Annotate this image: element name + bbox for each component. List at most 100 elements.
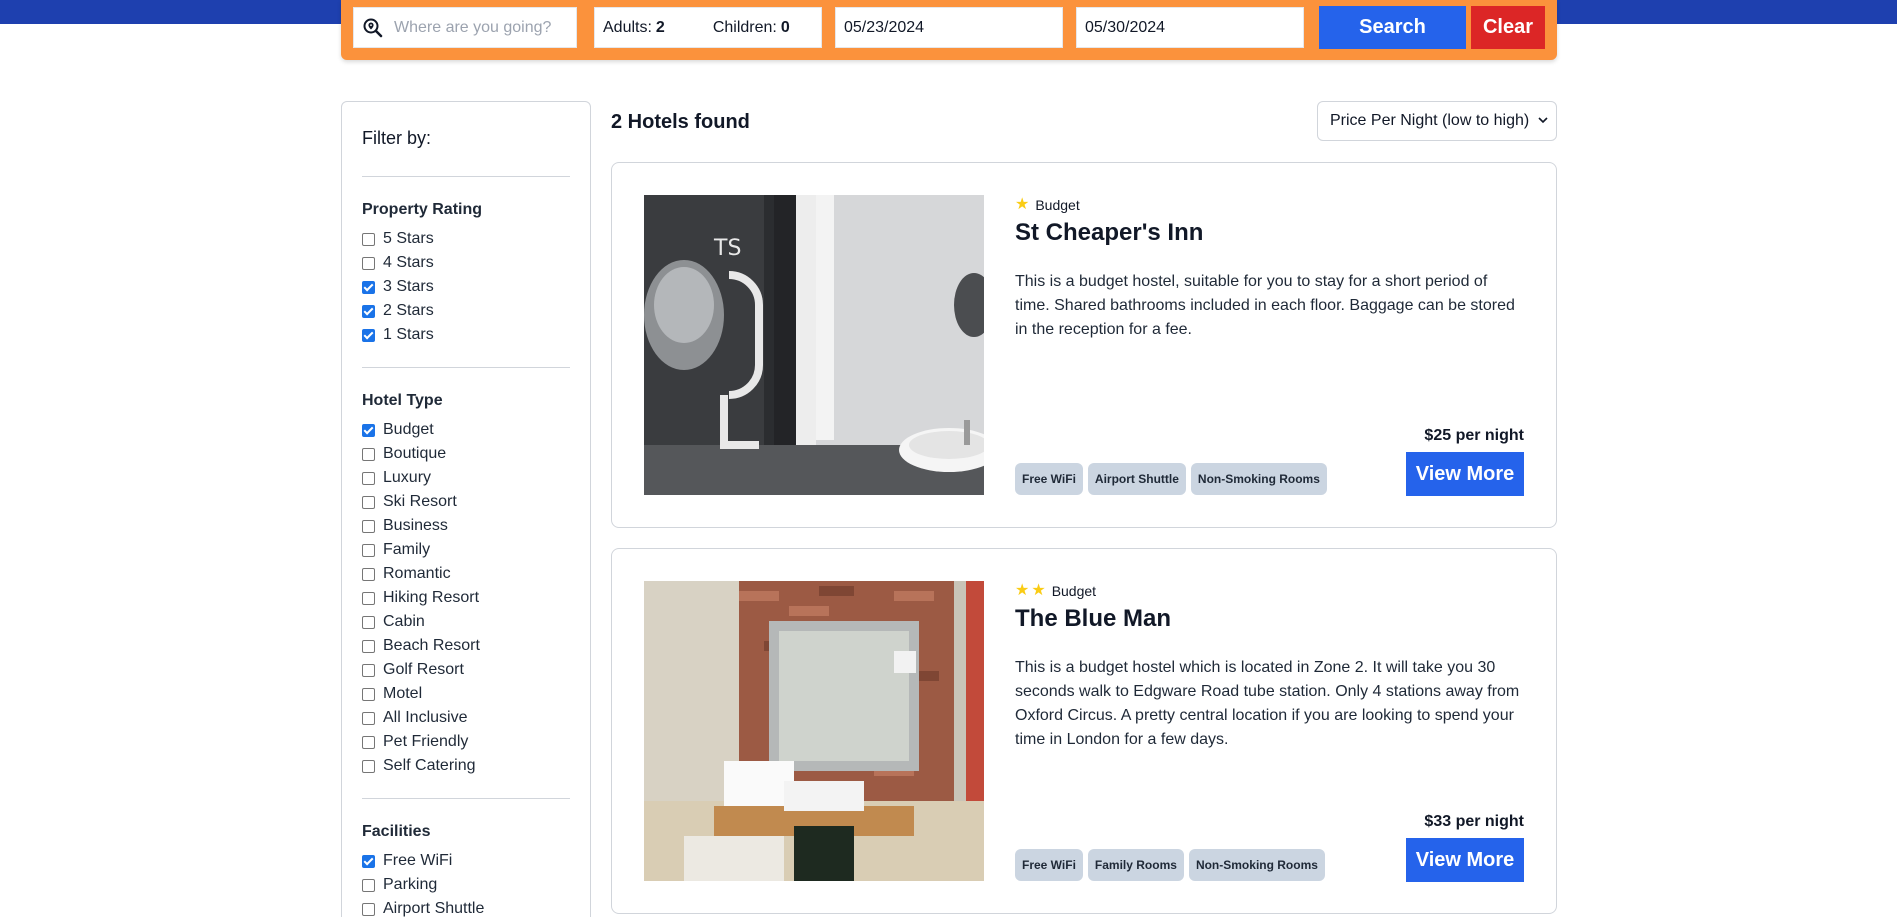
hotel-type-checkbox[interactable] [362, 519, 375, 533]
hotel-photo [644, 581, 984, 881]
rating-option[interactable]: 2 Stars [362, 299, 570, 323]
search-button[interactable]: Search [1319, 6, 1466, 49]
hotel-type-checkbox[interactable] [362, 711, 375, 725]
facility-tag: Family Rooms [1087, 849, 1184, 881]
hotel-type-option-label: Hiking Resort [383, 589, 480, 606]
hotel-card: ★ ★ Budget The Blue Man This is a budget… [611, 548, 1557, 914]
checkout-date-input[interactable]: 05/30/2024 [1076, 7, 1304, 48]
facility-option[interactable]: Free WiFi [362, 849, 570, 873]
divider [362, 367, 570, 368]
hotel-type-checkbox[interactable] [362, 447, 375, 461]
hotel-type-option[interactable]: Budget [362, 418, 570, 442]
hotel-description: This is a budget hostel, suitable for yo… [1015, 273, 1515, 338]
filter-sidebar: Filter by: Property Rating 5 Stars 4 Star… [341, 101, 591, 917]
hotel-type-option[interactable]: Hiking Resort [362, 586, 570, 610]
hotel-type-option-label: Business [383, 517, 448, 534]
hotel-type-option[interactable]: Beach Resort [362, 634, 570, 658]
hotel-type-option-label: Budget [383, 421, 434, 438]
facility-tag: Non-Smoking Rooms [1188, 849, 1325, 881]
hotel-type-option-label: Boutique [383, 445, 447, 462]
facility-tag: Free WiFi [1015, 849, 1083, 881]
facility-checkbox[interactable] [362, 854, 375, 868]
view-more-button[interactable]: View More [1406, 838, 1524, 882]
children-label: Children: [712, 18, 777, 36]
rating-checkbox[interactable] [362, 256, 375, 270]
hotel-type-checkbox[interactable] [362, 591, 375, 605]
hotel-type-option[interactable]: Romantic [362, 562, 570, 586]
hotel-type-checkbox[interactable] [362, 543, 375, 557]
hotel-price: $33 per night [1424, 813, 1524, 830]
hotel-type-checkbox[interactable] [362, 471, 375, 485]
rating-option[interactable]: 4 Stars [362, 251, 570, 275]
adults-value: 2 [655, 18, 665, 36]
sort-select-value: Price Per Night (low to high) [1330, 112, 1530, 129]
results-count: 2 Hotels found [611, 111, 750, 133]
hotel-type-option[interactable]: Luxury [362, 466, 570, 490]
hotel-type-option-label: Golf Resort [383, 661, 464, 678]
rating-checkbox[interactable] [362, 280, 375, 294]
hotel-type-option[interactable]: Boutique [362, 442, 570, 466]
rating-checkbox[interactable] [362, 304, 375, 318]
guests-selector[interactable]: Adults: 2 Children: 0 [594, 7, 822, 48]
rating-option[interactable]: 3 Stars [362, 275, 570, 299]
hotel-type-option[interactable]: Family [362, 538, 570, 562]
hotel-type-option-label: Luxury [383, 469, 432, 486]
view-more-button[interactable]: View More [1406, 452, 1524, 496]
hotel-card: TS ★ Budget St Cheaper's Inn This is a b… [611, 162, 1557, 528]
rating-option-label: 3 Stars [383, 278, 434, 295]
hotel-type-option[interactable]: Cabin [362, 610, 570, 634]
hotel-type-checkbox[interactable] [362, 759, 375, 773]
divider [362, 798, 570, 799]
hotel-photo: TS [644, 195, 984, 495]
hotel-name: The Blue Man [1015, 605, 1172, 632]
hotel-type-checkbox[interactable] [362, 495, 375, 509]
facility-checkbox[interactable] [362, 878, 375, 892]
rating-checkbox[interactable] [362, 328, 375, 342]
facilities-options: Free WiFi Parking Airport Shuttle [362, 849, 570, 917]
hotel-type-checkbox[interactable] [362, 615, 375, 629]
rating-option-label: 5 Stars [383, 230, 434, 247]
hotel-type-option[interactable]: Ski Resort [362, 490, 570, 514]
facility-tags: Free WiFi Family Rooms Non-Smoking Rooms [1015, 849, 1330, 881]
facility-option-label: Parking [383, 876, 438, 893]
star-icon: ★ [1015, 196, 1030, 213]
hotel-type-checkbox[interactable] [362, 639, 375, 653]
hotel-type-checkbox[interactable] [362, 735, 375, 749]
hotel-type-option-label: Family [383, 541, 431, 558]
hotel-type-option[interactable]: Business [362, 514, 570, 538]
hotel-type-checkbox[interactable] [362, 663, 375, 677]
hotel-type-option[interactable]: All Inclusive [362, 706, 570, 730]
facilities-title: Facilities [362, 823, 431, 840]
facility-tag: Non-Smoking Rooms [1190, 463, 1327, 495]
rating-option[interactable]: 1 Stars [362, 323, 570, 347]
adults-label: Adults: [603, 18, 652, 36]
property-rating-title: Property Rating [362, 201, 483, 218]
facility-option[interactable]: Airport Shuttle [362, 897, 570, 917]
hotel-type-checkbox[interactable] [362, 567, 375, 581]
clear-button[interactable]: Clear [1471, 6, 1545, 49]
facility-checkbox[interactable] [362, 902, 375, 916]
facility-option-label: Free WiFi [383, 852, 453, 869]
hotel-type-option-label: Pet Friendly [383, 733, 469, 750]
rating-option[interactable]: 5 Stars [362, 227, 570, 251]
destination-input[interactable]: Where are you going? [353, 7, 577, 48]
hotel-type-option-label: Motel [383, 685, 423, 702]
hotel-description: This is a budget hostel which is located… [1015, 659, 1520, 748]
sort-select[interactable]: Price Per Night (low to high) [1317, 101, 1557, 141]
facility-option-label: Airport Shuttle [383, 900, 485, 917]
hotel-type-checkbox[interactable] [362, 423, 375, 437]
hotel-price: $25 per night [1424, 427, 1524, 444]
hotel-type-label: Budget [1051, 583, 1097, 599]
children-value: 0 [780, 18, 790, 36]
property-rating-options: 5 Stars 4 Stars 3 Stars 2 Stars 1 Stars [362, 227, 570, 347]
hotel-type-option-label: Ski Resort [383, 493, 457, 510]
rating-checkbox[interactable] [362, 232, 375, 246]
hotel-type-option[interactable]: Self Catering [362, 754, 570, 778]
hotel-type-option[interactable]: Golf Resort [362, 658, 570, 682]
hotel-type-option[interactable]: Pet Friendly [362, 730, 570, 754]
facility-option[interactable]: Parking [362, 873, 570, 897]
hotel-type-checkbox[interactable] [362, 687, 375, 701]
hotel-type-option[interactable]: Motel [362, 682, 570, 706]
checkin-date-input[interactable]: 05/23/2024 [835, 7, 1063, 48]
chevron-down-icon [1538, 117, 1548, 124]
